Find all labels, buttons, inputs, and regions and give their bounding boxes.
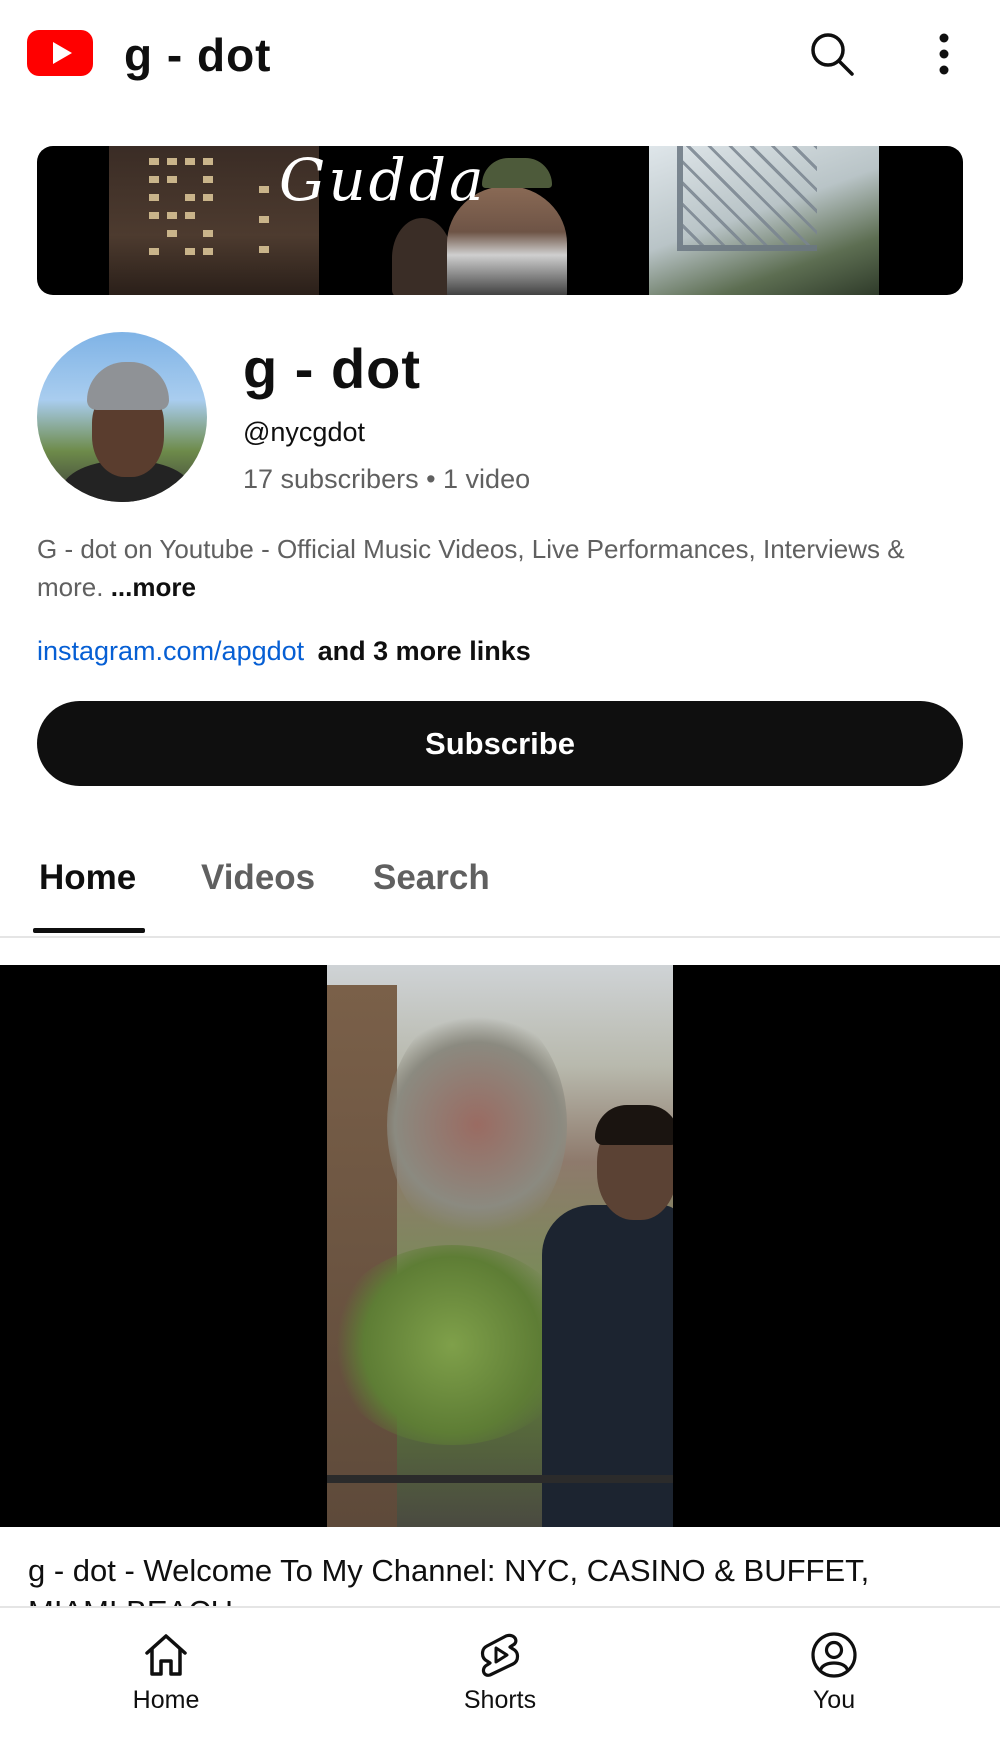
featured-video-title[interactable]: g - dot - Welcome To My Channel: NYC, CA… [28,1553,978,1589]
nav-you-label: You [812,1686,856,1714]
avatar-hat [87,362,169,410]
video-fence [327,1475,673,1483]
featured-video-player[interactable] [0,965,1000,1527]
home-icon [91,1630,241,1680]
video-building [327,985,397,1527]
video-tree [387,1005,567,1245]
more-links-button[interactable]: and 3 more links [318,636,531,666]
channel-avatar[interactable] [37,332,207,502]
banner-person-cap [482,158,552,188]
tab-videos[interactable]: Videos [201,858,315,898]
nav-shorts-label: Shorts [463,1686,537,1714]
tab-search[interactable]: Search [373,858,490,898]
bottom-navigation: Home Shorts You [0,1606,1000,1737]
video-bush [327,1245,577,1445]
banner-text: Gudda [279,146,487,214]
instagram-link[interactable]: instagram.com/apgdot [37,636,304,666]
channel-tabs: Home Videos Search [0,840,1000,938]
shorts-icon [425,1630,575,1680]
nav-you[interactable]: You [759,1630,909,1715]
featured-video-title-line2[interactable]: MIAMI BEACH [28,1594,233,1606]
video-person-hair [595,1105,673,1145]
channel-handle: @nycgdot [243,417,365,447]
account-circle-icon [759,1630,909,1680]
channel-description[interactable]: G - dot on Youtube - Official Music Vide… [37,530,967,606]
nav-home-label: Home [132,1686,200,1714]
search-icon[interactable] [808,30,856,78]
nav-home[interactable]: Home [91,1630,241,1715]
description-more-button[interactable]: ...more [111,572,196,602]
active-tab-indicator [33,928,145,933]
channel-banner: Gudda [37,146,963,295]
banner-person-small [392,218,452,295]
tab-home[interactable]: Home [39,858,136,898]
youtube-logo-icon[interactable] [27,30,93,76]
channel-stats: 17 subscribers • 1 video [243,464,531,494]
more-vert-icon[interactable] [926,30,962,78]
banner-bridge-truss [677,146,817,251]
channel-name: g - dot [243,337,422,400]
video-frame [327,965,673,1527]
app-bar-title: g - dot [124,29,272,81]
nav-shorts[interactable]: Shorts [425,1630,575,1715]
channel-links: instagram.com/apgdot and 3 more links [37,636,531,667]
subscribe-button[interactable]: Subscribe [37,701,963,786]
top-app-bar: g - dot [0,0,1000,112]
